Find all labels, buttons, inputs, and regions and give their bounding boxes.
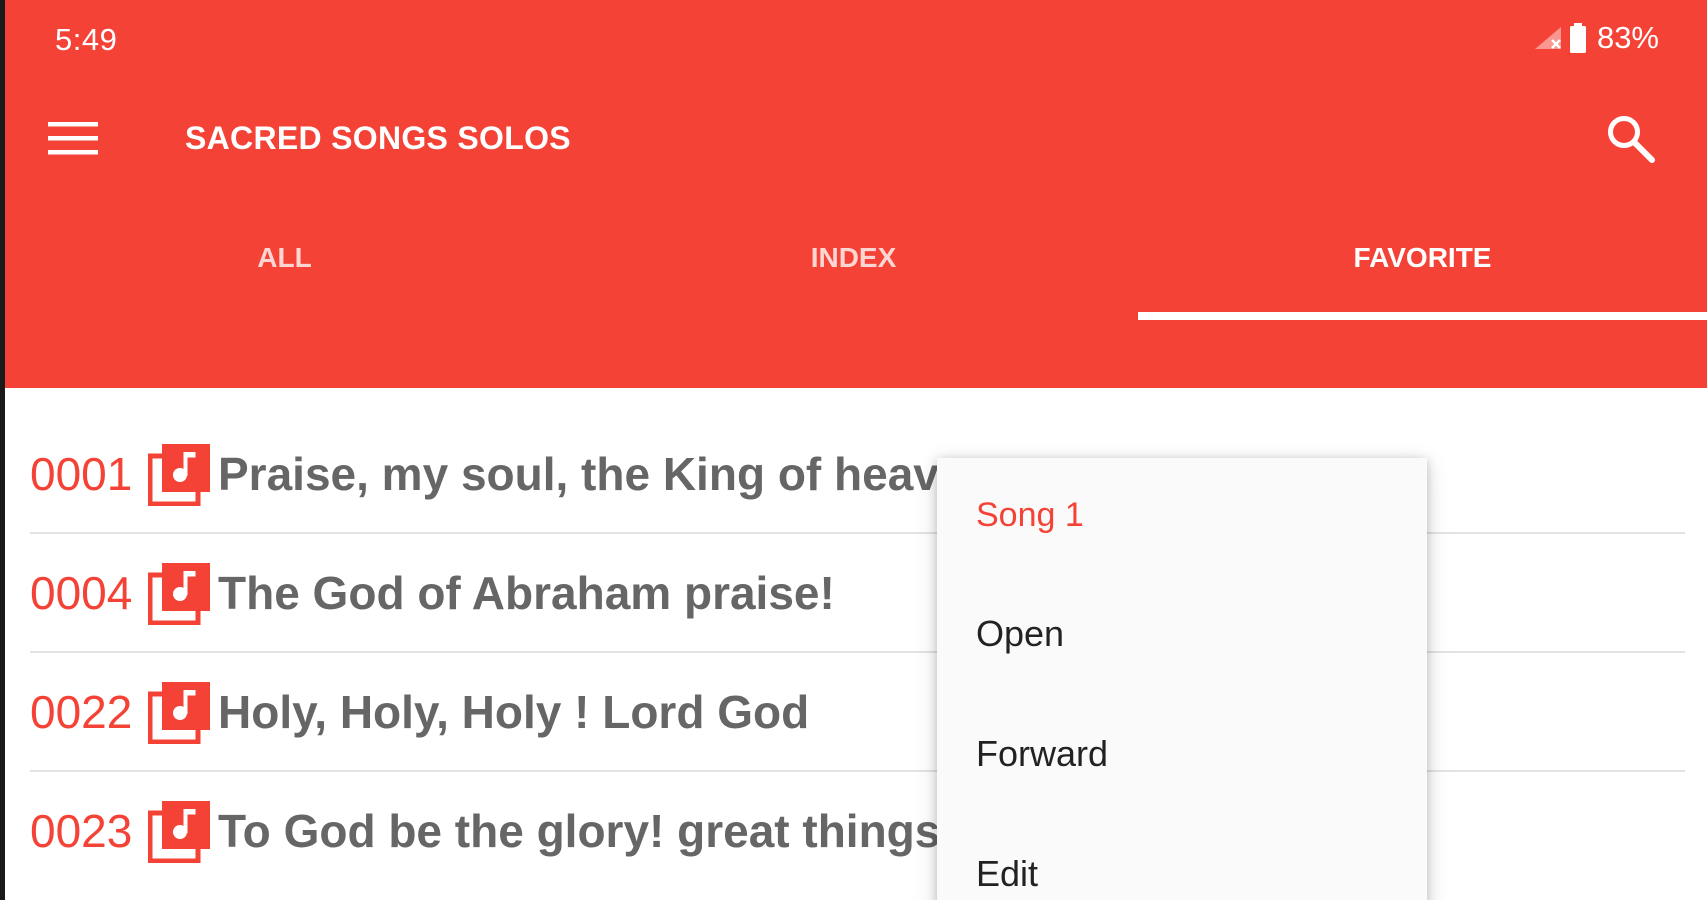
app-bar: 5:49 83% SACRED SONGS SOLOS ALL INDEX FA… xyxy=(0,0,1707,388)
status-icons: 83% xyxy=(1533,20,1659,56)
context-menu-header: Song 1 xyxy=(976,496,1084,534)
music-note-icon xyxy=(148,562,210,625)
song-title: To God be the glory! great things xyxy=(218,804,941,857)
song-row[interactable]: 0004 The God of Abraham praise! xyxy=(30,534,1685,653)
song-row[interactable]: 0001 Praise, my soul, the King of heav xyxy=(30,415,1685,534)
signal-icon xyxy=(1534,27,1561,49)
screen-edge xyxy=(0,0,5,900)
app-title: SACRED SONGS SOLOS xyxy=(185,120,571,156)
tab-index[interactable]: INDEX xyxy=(569,210,1138,320)
song-row[interactable]: 0023 To God be the glory! great things xyxy=(30,772,1685,889)
tab-all-label: ALL xyxy=(257,242,312,273)
song-title: The God of Abraham praise! xyxy=(218,566,835,619)
context-menu-forward[interactable]: Forward xyxy=(976,733,1108,775)
song-list: 0001 Praise, my soul, the King of heav 0… xyxy=(30,415,1685,889)
context-menu: Song 1 Open Forward Edit xyxy=(937,458,1427,900)
menu-icon[interactable] xyxy=(48,118,100,158)
tab-index-label: INDEX xyxy=(810,242,897,273)
app-screen: 5:49 83% SACRED SONGS SOLOS ALL INDEX FA… xyxy=(0,0,1707,900)
song-number: 0022 xyxy=(30,685,133,738)
music-note-icon xyxy=(148,681,210,744)
context-menu-open[interactable]: Open xyxy=(976,613,1064,655)
battery-icon xyxy=(1569,23,1586,53)
song-number: 0004 xyxy=(30,566,133,619)
active-tab-indicator xyxy=(1138,312,1707,320)
search-icon[interactable] xyxy=(1605,113,1657,165)
music-note-icon xyxy=(148,443,210,506)
status-time: 5:49 xyxy=(55,22,118,57)
song-number: 0001 xyxy=(30,447,133,500)
context-menu-edit[interactable]: Edit xyxy=(976,853,1038,895)
tab-all[interactable]: ALL xyxy=(0,210,569,320)
music-note-icon xyxy=(148,800,210,863)
tab-favorite-label: FAVORITE xyxy=(1353,242,1492,273)
song-title: Praise, my soul, the King of heav xyxy=(218,447,939,500)
song-title: Holy, Holy, Holy ! Lord God xyxy=(218,685,810,738)
song-row[interactable]: 0022 Holy, Holy, Holy ! Lord God xyxy=(30,653,1685,772)
tab-favorite[interactable]: FAVORITE xyxy=(1138,210,1707,320)
tab-bar: ALL INDEX FAVORITE xyxy=(0,210,1707,320)
song-number: 0023 xyxy=(30,804,133,857)
battery-percent: 83% xyxy=(1596,20,1659,55)
